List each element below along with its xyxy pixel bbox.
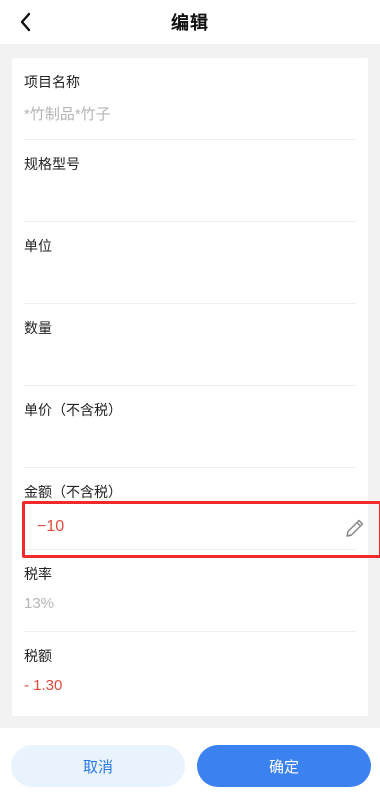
field-amount[interactable]: 金额（不含税） −10 bbox=[22, 468, 380, 558]
field-label: 税额 bbox=[24, 648, 52, 664]
bottom-action-bar: 取消 确定 bbox=[0, 728, 380, 800]
back-button[interactable] bbox=[10, 6, 42, 38]
header: 编辑 bbox=[0, 0, 380, 44]
confirm-button[interactable]: 确定 bbox=[197, 745, 371, 787]
amount-input[interactable]: −10 bbox=[37, 518, 64, 536]
field-item-name[interactable]: 项目名称 *竹制品*竹子 bbox=[24, 58, 356, 140]
form-card: 项目名称 *竹制品*竹子 规格型号 单位 数量 单价（不含税） 金额（不含税） … bbox=[12, 58, 380, 716]
cancel-button[interactable]: 取消 bbox=[11, 745, 185, 787]
field-label: 项目名称 bbox=[24, 74, 80, 90]
field-label: 数量 bbox=[24, 320, 52, 336]
field-label: 金额（不含税） bbox=[24, 484, 122, 500]
pencil-icon[interactable] bbox=[343, 516, 367, 540]
field-label: 税率 bbox=[24, 566, 52, 582]
page-title: 编辑 bbox=[171, 13, 209, 33]
chevron-left-icon bbox=[20, 12, 31, 32]
field-tax-amount: 税额 - 1.30 bbox=[24, 632, 356, 716]
field-unit[interactable]: 单位 bbox=[24, 222, 356, 304]
field-label: 单位 bbox=[24, 238, 52, 254]
field-unit-price[interactable]: 单价（不含税） bbox=[24, 386, 356, 468]
field-label: 单价（不含税） bbox=[24, 402, 122, 418]
field-tax-rate[interactable]: 税率 13% bbox=[24, 550, 356, 632]
field-quantity[interactable]: 数量 bbox=[24, 304, 356, 386]
tax-amount-value: - 1.30 bbox=[24, 677, 63, 694]
item-name-input[interactable]: *竹制品*竹子 bbox=[24, 103, 356, 124]
field-spec[interactable]: 规格型号 bbox=[24, 140, 356, 222]
field-label: 规格型号 bbox=[24, 156, 80, 172]
tax-rate-value[interactable]: 13% bbox=[24, 595, 356, 612]
